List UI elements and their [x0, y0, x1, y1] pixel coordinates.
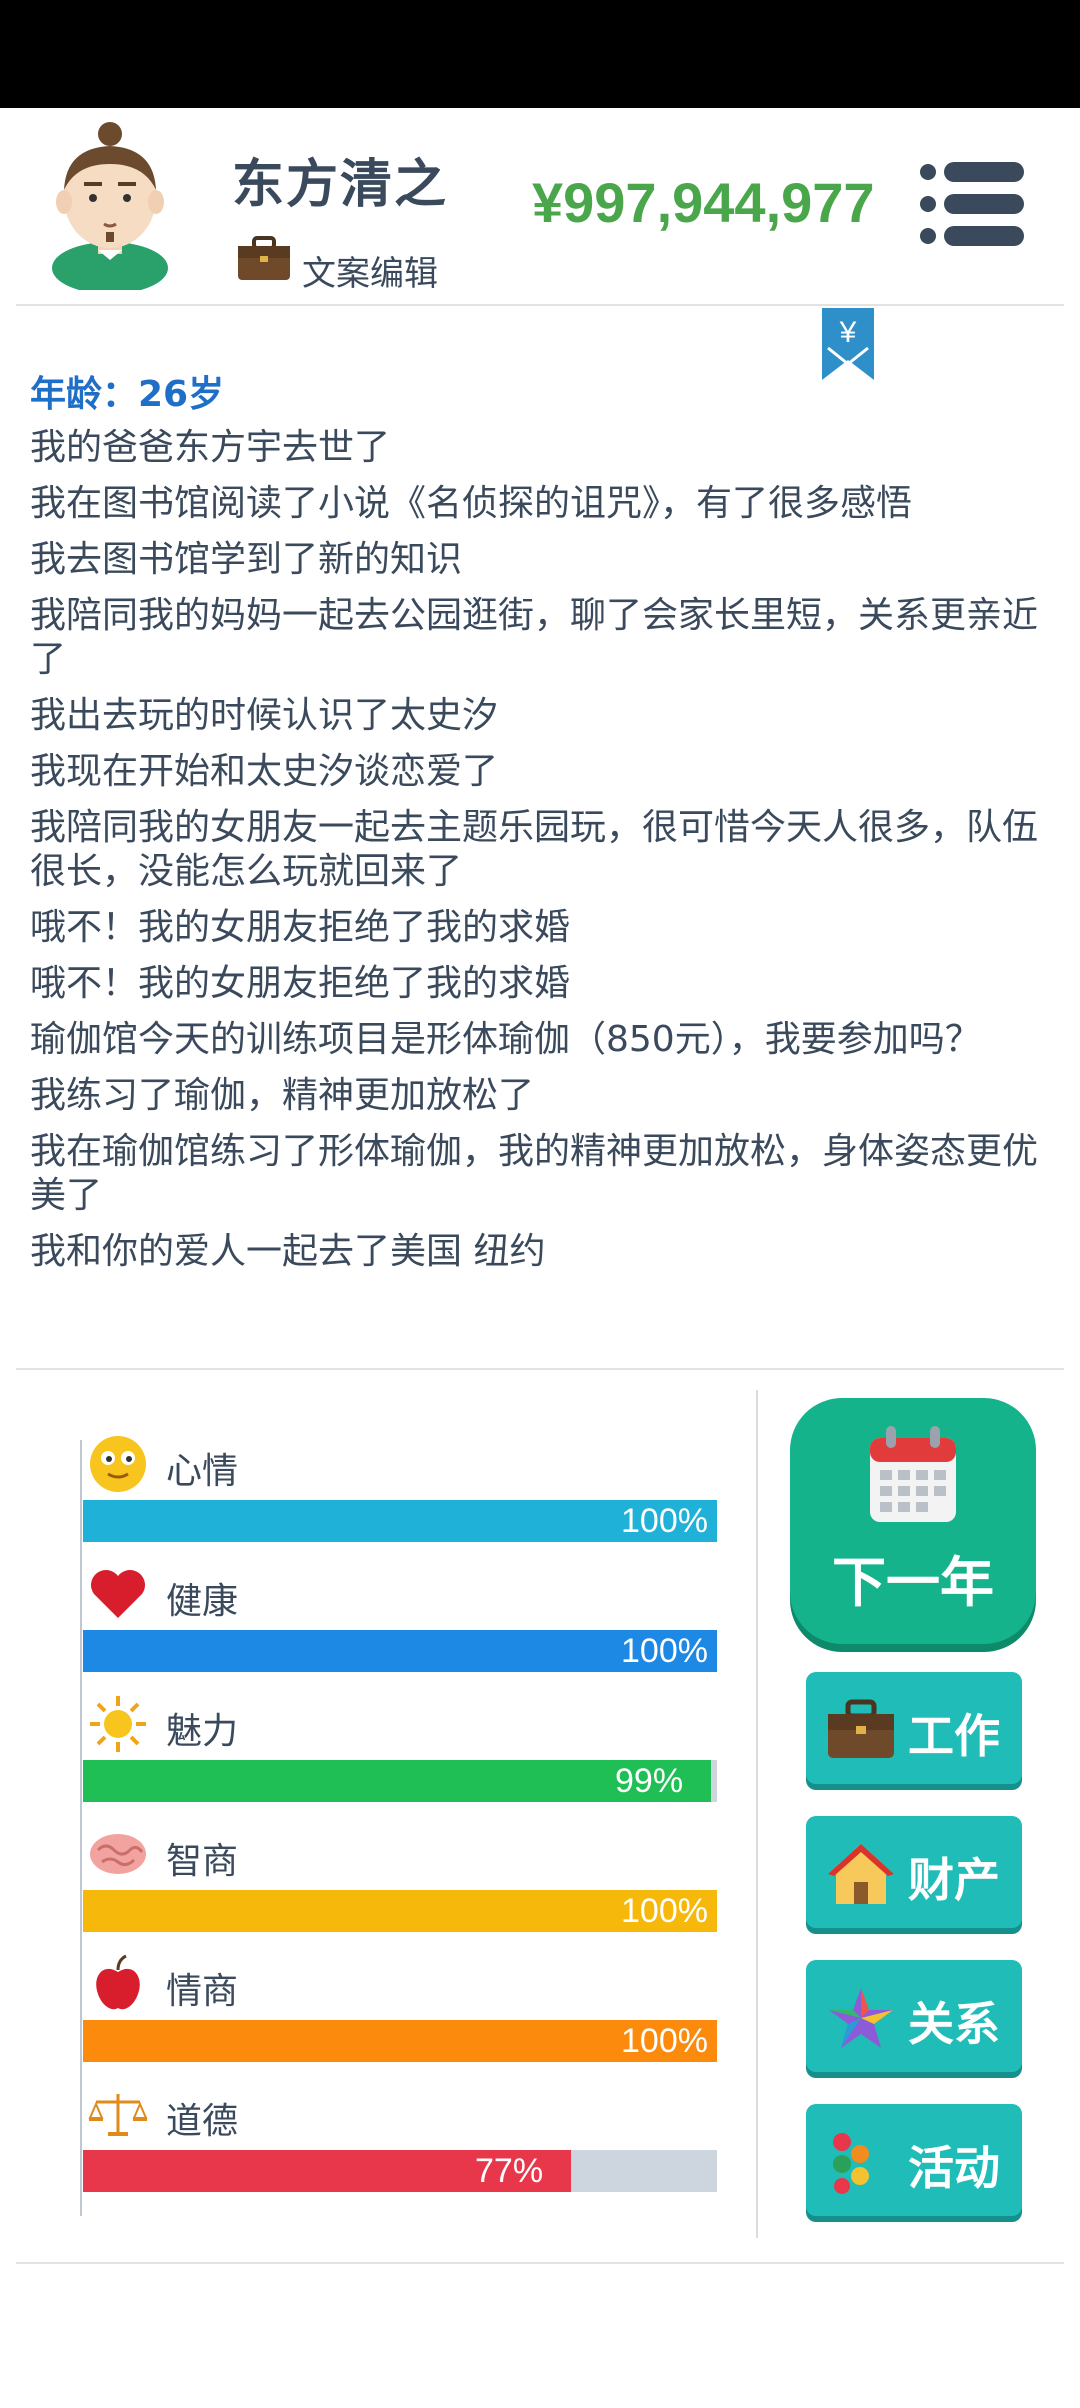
bottom-divider	[16, 2262, 1064, 2264]
stat-percent: 100%	[621, 1632, 708, 1670]
stat-bar: 100%	[83, 1500, 717, 1542]
profile-header: 东方清之 文案编辑 ¥997,944,977	[0, 108, 1080, 304]
header-divider	[16, 304, 1064, 306]
smiley-icon	[90, 1436, 146, 1492]
log-entry: 我在瑜伽馆练习了形体瑜伽，我的精神更加放松，身体姿态更优美了	[30, 1131, 1039, 1216]
work-button[interactable]: 工作	[806, 1672, 1022, 1784]
stat-percent: 77%	[475, 2152, 544, 2190]
star-icon	[829, 1988, 893, 2048]
property-button[interactable]: 财产	[806, 1816, 1022, 1928]
stat-percent: 100%	[621, 1502, 708, 1540]
log-entry: 我和你的爱人一起去了美国 纽约	[30, 1231, 546, 1272]
stat-bar: 100%	[83, 1630, 717, 1672]
activities-icon	[833, 2133, 869, 2194]
next-year-button[interactable]: 下一年	[790, 1398, 1036, 1644]
stat-label: 情商	[166, 1971, 239, 2012]
scales-icon	[88, 2094, 148, 2136]
work-label: 工作	[908, 1709, 1000, 1763]
relations-label: 关系	[908, 1997, 1000, 2051]
age-label: 年龄：26岁	[30, 374, 225, 415]
stat-label: 魅力	[166, 1711, 239, 1752]
log-entry: 哦不！我的女朋友拒绝了我的求婚	[30, 907, 571, 948]
stat-bar: 99%	[83, 1760, 717, 1802]
log-entry: 我陪同我的女朋友一起去主题乐园玩，很可惜今天人很多，队伍很长，没能怎么玩就回来了	[30, 807, 1039, 892]
player-name: 东方清之	[232, 155, 449, 215]
log-divider	[16, 1368, 1064, 1370]
event-log[interactable]: 年龄：26岁 我的爸爸东方宇去世了 我在图书馆阅读了小说《名侦探的诅咒》，有了很…	[30, 370, 1060, 1356]
stat-eq: 情商 100%	[80, 1948, 720, 2062]
log-entry: 我陪同我的妈妈一起去公园逛街，聊了会家长里短，关系更亲近了	[30, 595, 1039, 680]
stat-health: 健康 100%	[80, 1558, 720, 1672]
apple-icon	[96, 1954, 140, 2010]
heart-icon	[91, 1570, 145, 1618]
log-entry: 我练习了瑜伽，精神更加放松了	[30, 1075, 535, 1116]
stat-bar: 77%	[83, 2150, 717, 2192]
status-bar	[0, 0, 1080, 108]
stat-percent: 99%	[615, 1762, 684, 1800]
stat-charm: 魅力 99%	[80, 1688, 720, 1802]
briefcase-icon	[828, 1699, 894, 1758]
stat-label: 健康	[166, 1581, 239, 1622]
panel-divider	[756, 1390, 758, 2238]
log-entry: 我去图书馆学到了新的知识	[30, 539, 463, 580]
stat-bar: 100%	[83, 2020, 717, 2062]
stat-label: 道德	[166, 2101, 239, 2142]
bookmark-symbol: ¥	[839, 316, 857, 349]
log-entry: 我出去玩的时候认识了太史汐	[30, 695, 499, 736]
calendar-icon	[870, 1426, 956, 1522]
brain-icon	[90, 1834, 146, 1874]
stat-label: 智商	[166, 1841, 239, 1882]
menu-icon[interactable]	[918, 160, 1026, 248]
next-year-label: 下一年	[832, 1551, 994, 1614]
log-entry: 瑜伽馆今天的训练项目是形体瑜伽（850元），我要参加吗？	[30, 1019, 981, 1060]
log-entry: 哦不！我的女朋友拒绝了我的求婚	[30, 963, 571, 1004]
avatar	[52, 122, 168, 290]
stat-percent: 100%	[621, 1892, 708, 1930]
house-icon	[828, 1844, 894, 1904]
property-label: 财产	[908, 1853, 1000, 1907]
stat-morality: 道德 77%	[80, 2078, 720, 2192]
sun-icon	[90, 1696, 146, 1752]
activities-label: 活动	[908, 2141, 1000, 2195]
briefcase-icon	[238, 236, 290, 280]
log-entry: 我的爸爸东方宇去世了	[30, 427, 391, 468]
stat-label: 心情	[166, 1451, 239, 1492]
stat-bar: 100%	[83, 1890, 717, 1932]
log-entry: 我在图书馆阅读了小说《名侦探的诅咒》，有了很多感悟	[30, 483, 913, 524]
relations-button[interactable]: 关系	[806, 1960, 1022, 2072]
stat-percent: 100%	[621, 2022, 708, 2060]
job-title: 文案编辑	[302, 254, 438, 294]
stat-iq: 智商 100%	[80, 1818, 720, 1932]
activities-button[interactable]: 活动	[806, 2104, 1022, 2216]
log-entry: 我现在开始和太史汐谈恋爱了	[30, 751, 499, 792]
stat-mood: 心情 100%	[80, 1428, 720, 1542]
money-balance: ¥997,944,977	[532, 171, 875, 234]
